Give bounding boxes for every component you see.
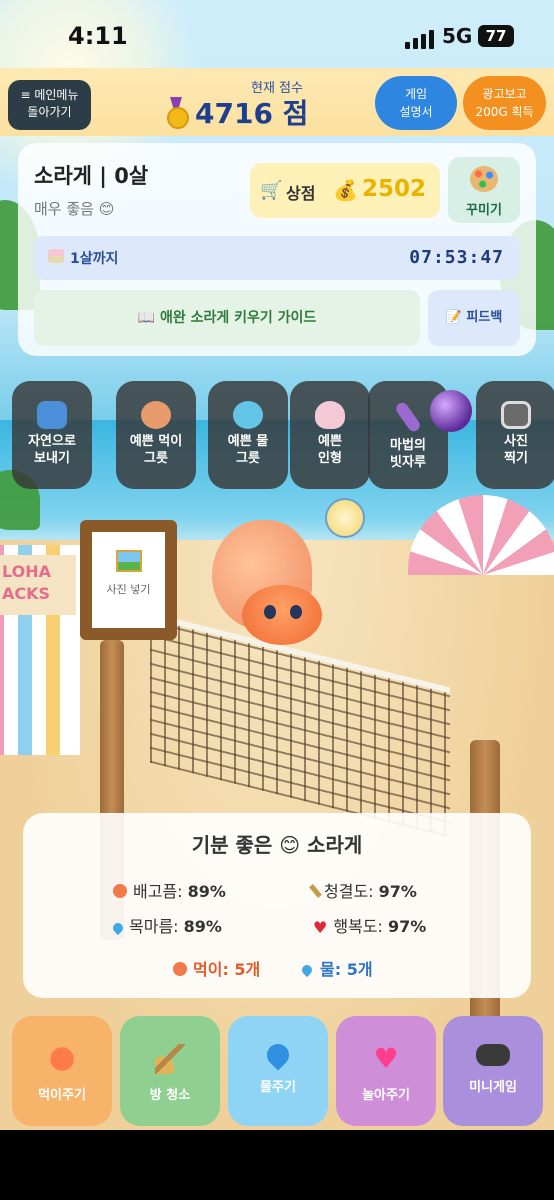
shrimp-icon [113, 884, 127, 898]
magic-broom-icon [393, 400, 423, 434]
birthday-timer: 07:53:47 [409, 247, 504, 268]
guide-line2: 설명서 [399, 105, 433, 119]
status-time: 4:11 [68, 22, 128, 50]
score-display: 4716 점 [165, 92, 308, 132]
broom-icon [155, 1044, 185, 1074]
wave-icon [37, 401, 67, 429]
water-drop-icon [299, 962, 315, 978]
item-release-to-nature[interactable]: 자연으로 보내기 [12, 381, 92, 489]
signal-icon [405, 30, 434, 49]
photo-slot-label: 사진 넣기 [106, 583, 151, 596]
care-guide-link[interactable]: 📖 애완 소라게 키우기 가이드 [34, 290, 420, 346]
shrimp-icon [173, 962, 187, 976]
palette-icon [470, 166, 498, 192]
hermit-crab-character[interactable] [212, 520, 342, 660]
feedback-button[interactable]: 📝 피드백 [428, 290, 520, 346]
cake-icon [48, 249, 64, 263]
camera-icon [501, 401, 531, 429]
crystal-ball-icon [430, 390, 472, 432]
water-drop-icon [262, 1039, 294, 1071]
coin-balance: 2502 [362, 176, 427, 202]
home-bar-area [0, 1130, 554, 1200]
water-inventory: 물: 5개 [299, 956, 373, 980]
clean-room-button[interactable]: 방 청소 [120, 1016, 220, 1126]
status-bar: 4:11 5G 77 [0, 0, 554, 70]
birthday-label: 1살까지 [70, 251, 119, 267]
shrimp-icon [47, 1044, 77, 1074]
stat-thirst: 목마름: 89% [110, 913, 222, 937]
guide-line1: 게임 [404, 87, 428, 101]
photo-frame-slot[interactable]: 사진 넣기 [80, 520, 177, 640]
network-type: 5G [442, 24, 473, 48]
hearts-icon: ♥ [373, 1042, 399, 1075]
food-inventory: 먹이: 5개 [173, 956, 260, 980]
item-take-photo[interactable]: 사진 찍기 [476, 381, 554, 489]
ad-line1: 광고보고 [482, 87, 527, 101]
bunny-doll-icon [315, 401, 345, 429]
decorate-label: 꾸미기 [466, 203, 502, 218]
money-bag-icon: 💰 [333, 178, 358, 202]
gamepad-icon [476, 1044, 510, 1066]
score-value: 4716 점 [195, 97, 309, 130]
volleyball [325, 498, 365, 538]
battery-icon: 77 [478, 25, 514, 47]
ad-line2: 200G 획득 [475, 105, 534, 119]
stand-sign: LOHA ACKS [0, 555, 76, 615]
medal-icon [165, 97, 189, 129]
give-water-button[interactable]: 물주기 [228, 1016, 328, 1126]
watch-ad-button[interactable]: 광고보고 200G 획득 [463, 76, 546, 130]
crab-body [242, 585, 322, 645]
food-bowl-icon [141, 401, 171, 429]
picture-icon [115, 550, 142, 572]
shop-label: 상점 [286, 184, 316, 203]
stat-hunger: 배고픔: 89% [113, 878, 226, 902]
photo-frame-inner: 사진 넣기 [92, 532, 165, 628]
minigame-button[interactable]: 미니게임 [443, 1016, 543, 1126]
menu-button-line2: 돌아가기 [27, 105, 72, 119]
item-food-bowl[interactable]: 예쁜 먹이 그릇 [116, 381, 196, 489]
crab-eye-right [290, 605, 302, 619]
water-drop-icon [110, 920, 126, 936]
crab-mood: 매우 좋음 😊 [34, 200, 115, 218]
stat-cleanliness: 청결도: 97% [309, 878, 417, 902]
item-water-bowl[interactable]: 예쁜 물 그릇 [208, 381, 288, 489]
status-title: 기분 좋은 😊 소라게 [191, 833, 363, 857]
crab-name-age: 소라게 | 0살 [34, 164, 149, 188]
game-guide-button[interactable]: 게임 설명서 [375, 76, 457, 130]
water-bowl-icon [233, 401, 263, 429]
cart-icon: 🛒 [260, 180, 283, 201]
stat-happiness: ♥ 행복도: 97% [313, 917, 427, 937]
heart-icon: ♥ [313, 918, 328, 937]
play-button[interactable]: ♥ 놀아주기 [336, 1016, 436, 1126]
crab-eye-left [264, 605, 276, 619]
item-bunny-doll[interactable]: 예쁜 인형 [290, 381, 370, 489]
feed-button[interactable]: 먹이주기 [12, 1016, 112, 1126]
